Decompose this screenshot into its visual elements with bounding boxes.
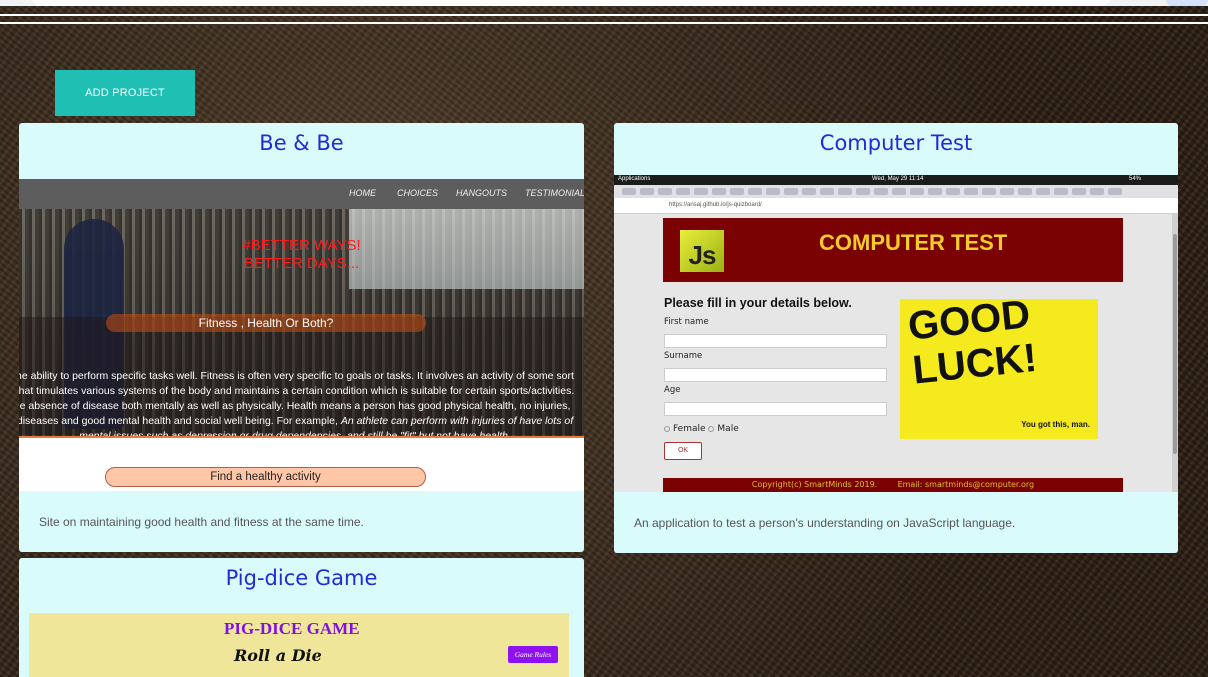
preview-nav-choices: CHOICES xyxy=(397,188,439,198)
preview-header: Js COMPUTER TEST xyxy=(663,218,1123,282)
preview-os-clock: Wed, May 29 11:14 xyxy=(872,176,924,182)
address-bar-edge[interactable] xyxy=(32,0,1110,6)
preview-field-input xyxy=(664,334,887,348)
preview-field-input xyxy=(664,368,887,382)
project-screenshot[interactable]: Applications Wed, May 29 11:14 54% https… xyxy=(614,175,1178,492)
preview-field-label: First name xyxy=(664,317,709,327)
preview-scrollbar xyxy=(1172,214,1178,492)
js-logo-icon: Js xyxy=(680,230,724,272)
preview-question-banner: Fitness , Health Or Both? xyxy=(106,314,426,332)
project-title[interactable]: Pig-dice Game xyxy=(19,566,584,590)
browser-top-strip xyxy=(0,0,1208,6)
preview-field-input xyxy=(664,402,887,416)
preview-os-battery: 54% xyxy=(1129,176,1142,182)
preview-heading: COMPUTER TEST xyxy=(819,230,1008,255)
preview-headline: #BETTER WAYS! xyxy=(242,237,361,254)
preview-nav-home: HOME xyxy=(349,188,376,198)
preview-good-luck-image: GOOD LUCK! You got this, man. xyxy=(900,292,1098,439)
project-screenshot[interactable]: HOME CHOICES HANGOUTS TESTIMONIALS #BETT… xyxy=(19,179,584,491)
divider-line xyxy=(19,436,584,438)
preview-ok-button: OK xyxy=(664,442,702,460)
project-card-be-and-be[interactable]: Be & Be HOME CHOICES HANGOUTS TESTIMONIA… xyxy=(19,123,584,552)
preview-heading: PIG-DICE GAME xyxy=(224,619,360,638)
preview-paragraph: he ability to perform specific tasks wel… xyxy=(19,370,575,442)
preview-field-label: Surname xyxy=(664,351,703,361)
divider-line xyxy=(0,22,1208,24)
preview-navbar: HOME CHOICES HANGOUTS TESTIMONIALS xyxy=(19,179,584,209)
preview-form-heading: Please fill in your details below. xyxy=(664,296,852,310)
preview-os-bar: Applications Wed, May 29 11:14 54% xyxy=(614,175,1178,185)
good-luck-tagline: You got this, man. xyxy=(1021,420,1090,429)
preview-address-bar: https://ansaj.github.io/js-quizboard/ xyxy=(614,198,1178,214)
preview-hero-image: #BETTER WAYS! BETTER DAYS... Fitness , H… xyxy=(19,209,584,442)
project-title[interactable]: Be & Be xyxy=(19,131,584,155)
preview-headline: BETTER DAYS... xyxy=(243,255,360,272)
preview-footer: Copyright(c) SmartMinds 2019. Email: sma… xyxy=(663,478,1123,492)
project-card-computer-test[interactable]: Computer Test Applications Wed, May 29 1… xyxy=(614,123,1178,553)
preview-page: Js COMPUTER TEST Please fill in your det… xyxy=(614,214,1174,492)
project-card-pig-dice[interactable]: Pig-dice Game PIG-DICE GAME Roll a Die G… xyxy=(19,558,584,677)
project-description: Site on maintaining good health and fitn… xyxy=(39,515,364,529)
project-screenshot[interactable]: PIG-DICE GAME Roll a Die Game Rules xyxy=(29,613,569,677)
preview-browser-tabs xyxy=(614,185,1178,198)
preview-field-label: Age xyxy=(664,385,681,395)
preview-nav-testimonials: TESTIMONIALS xyxy=(525,188,584,198)
add-project-button[interactable]: ADD PROJECT xyxy=(55,70,195,116)
preview-find-activity-button: Find a healthy activity xyxy=(105,467,426,487)
radio-icon xyxy=(664,425,670,432)
preview-gender-radios: Female Male xyxy=(664,424,739,434)
project-description: An application to test a person's unders… xyxy=(634,516,1016,530)
radio-icon xyxy=(708,425,715,432)
preview-game-rules-button: Game Rules xyxy=(508,646,558,663)
preview-nav-hangouts: HANGOUTS xyxy=(456,188,508,198)
good-luck-text: GOOD LUCK! xyxy=(906,292,1039,393)
project-title[interactable]: Computer Test xyxy=(614,131,1178,155)
extension-button-edge[interactable] xyxy=(1166,0,1208,6)
preview-subheading: Roll a Die xyxy=(234,646,322,665)
preview-os-applications: Applications xyxy=(618,176,651,182)
divider-line xyxy=(0,14,1208,16)
preview-url: https://ansaj.github.io/js-quizboard/ xyxy=(669,202,762,208)
